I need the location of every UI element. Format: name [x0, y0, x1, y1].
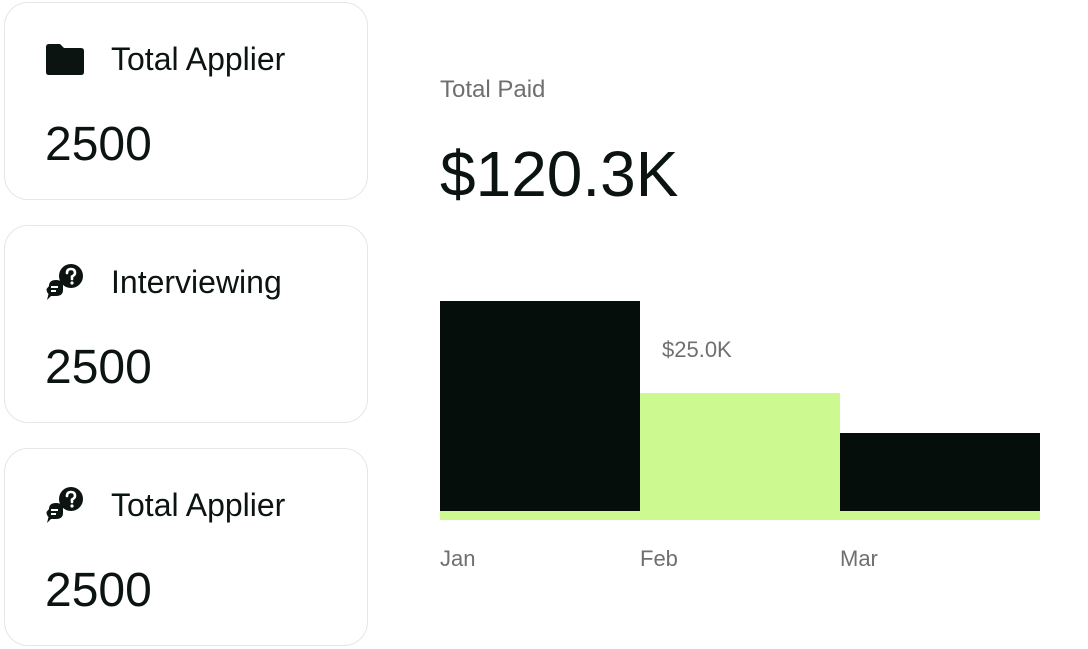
- chart-baseline: [440, 511, 1040, 520]
- data-label-feb: $25.0K: [662, 337, 732, 362]
- bar-chart: Jan Feb Mar $25.0K: [440, 301, 1040, 571]
- x-tick-label-jan: Jan: [440, 546, 475, 571]
- bar-jan[interactable]: [440, 301, 640, 511]
- bar-mar[interactable]: [840, 433, 1040, 511]
- x-tick-label-feb: Feb: [640, 546, 678, 571]
- x-tick-label-mar: Mar: [840, 546, 878, 571]
- bar-feb[interactable]: [640, 393, 840, 511]
